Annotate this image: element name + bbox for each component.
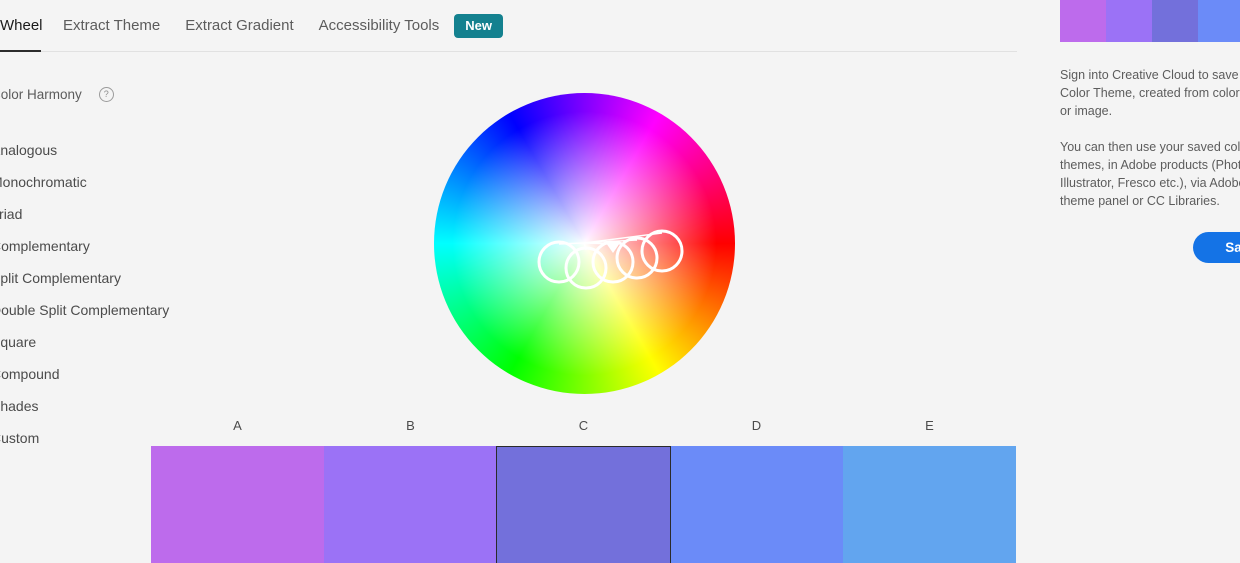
theme-preview-swatch-a [1060,0,1106,42]
save-theme-panel: Sign into Creative Cloud to save this Co… [1060,0,1240,563]
tab-accessibility-tools-label: Accessibility Tools [318,17,440,34]
tab-wheel-label: Wheel [0,17,43,34]
new-badge[interactable]: New [454,13,503,38]
swatch-label-d: D [751,418,762,433]
harmony-item-compound[interactable]: Compound [0,358,200,390]
theme-preview-swatch-c [1152,0,1198,42]
color-harmony-sidebar: Color Harmony ? Analogous Monochromatic … [0,80,200,454]
tab-extract-gradient-label: Extract Gradient [185,17,294,34]
harmony-item-analogous[interactable]: Analogous [0,134,200,166]
save-theme-paragraph-2: You can then use your saved color themes… [1060,140,1240,208]
swatch-label-a: A [233,418,242,433]
theme-preview-swatch-b [1106,0,1152,42]
tab-wheel[interactable]: Wheel [0,0,43,52]
harmony-item-split-complementary[interactable]: Split Complementary [0,262,200,294]
swatch-label-e: E [925,418,934,433]
harmony-item-double-split-complementary[interactable]: Double Split Complementary [0,294,200,326]
swatch-d[interactable] [670,446,844,563]
theme-preview-swatch-d [1198,0,1240,42]
tab-extract-theme[interactable]: Extract Theme [63,0,160,52]
color-harmony-title: Color Harmony [0,86,82,102]
harmony-item-triad[interactable]: Triad [0,198,200,230]
swatch-label-c: C [578,418,589,433]
color-wheel-disc[interactable] [434,93,735,394]
color-wheel[interactable] [434,93,735,394]
harmony-item-square[interactable]: Square [0,326,200,358]
question-mark-icon[interactable]: ? [98,86,114,102]
swatch-c[interactable] [496,446,671,563]
swatch-e[interactable] [843,446,1016,563]
tab-accessibility-tools[interactable]: Accessibility Tools [319,0,440,52]
tab-extract-theme-label: Extract Theme [63,17,161,34]
swatch-a[interactable] [151,446,324,563]
color-harmony-header: Color Harmony ? [0,80,200,108]
save-button[interactable]: Save [1193,232,1240,263]
save-theme-paragraph-1: Sign into Creative Cloud to save this Co… [1060,68,1240,118]
swatch-labels: A B C D E [151,418,1016,433]
save-theme-description: Sign into Creative Cloud to save this Co… [1060,66,1240,210]
harmony-list: Analogous Monochromatic Triad Complement… [0,134,200,454]
harmony-item-monochromatic[interactable]: Monochromatic [0,166,200,198]
theme-preview-strip [1060,0,1240,42]
tab-bar: Wheel Extract Theme Extract Gradient Acc… [0,0,1017,52]
harmony-item-complementary[interactable]: Complementary [0,230,200,262]
tab-extract-gradient[interactable]: Extract Gradient [185,0,293,52]
swatch-b[interactable] [323,446,497,563]
swatch-label-b: B [406,418,415,433]
swatch-strip [151,446,1016,563]
